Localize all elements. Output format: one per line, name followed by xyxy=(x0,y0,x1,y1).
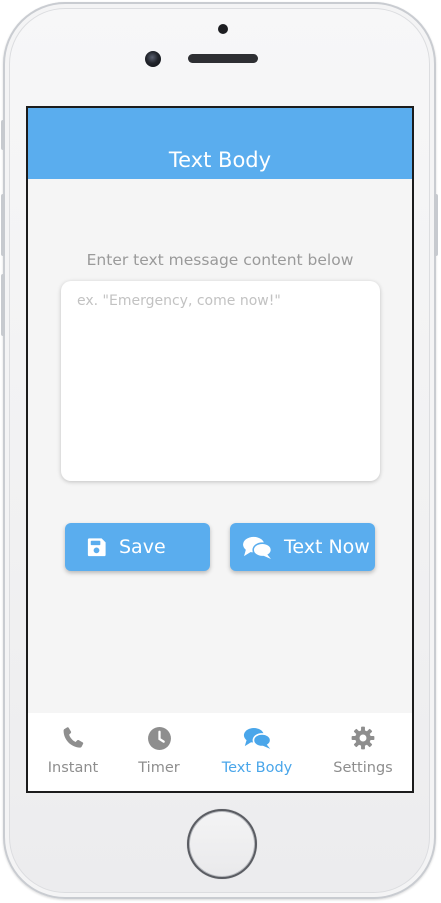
tab-settings[interactable]: Settings xyxy=(318,713,408,791)
volume-down-button xyxy=(1,274,5,336)
save-button-label: Save xyxy=(119,536,166,558)
silent-switch xyxy=(1,120,5,150)
tab-text-body[interactable]: Text Body xyxy=(212,713,302,791)
tab-timer-label: Timer xyxy=(138,760,180,776)
front-camera xyxy=(145,51,161,67)
bottom-tab-bar: Instant Timer Text Body Settings xyxy=(28,713,412,791)
text-now-button[interactable]: Text Now xyxy=(230,523,375,571)
message-input[interactable] xyxy=(61,281,380,481)
earpiece-speaker xyxy=(188,54,258,63)
page-title: Text Body xyxy=(168,148,272,172)
app-screen: Text Body Enter text message content bel… xyxy=(26,106,414,793)
tab-text-body-label: Text Body xyxy=(221,760,293,776)
clock-icon xyxy=(147,725,172,751)
gear-icon xyxy=(350,725,376,751)
chat-bubbles-icon xyxy=(242,535,273,560)
message-prompt: Enter text message content below xyxy=(86,251,354,269)
tab-timer[interactable]: Timer xyxy=(114,713,204,791)
tab-settings-label: Settings xyxy=(333,760,393,776)
chat-bubbles-icon xyxy=(243,725,272,751)
volume-up-button xyxy=(1,194,5,256)
home-button[interactable] xyxy=(187,809,257,879)
power-button xyxy=(434,194,438,256)
text-now-button-label: Text Now xyxy=(284,536,370,558)
app-header: Text Body xyxy=(28,108,412,179)
proximity-sensor xyxy=(218,24,228,34)
floppy-disk-icon xyxy=(85,536,108,559)
tab-instant-label: Instant xyxy=(47,760,99,776)
tab-instant[interactable]: Instant xyxy=(28,713,118,791)
phone-icon xyxy=(60,725,86,751)
save-button[interactable]: Save xyxy=(65,523,210,571)
